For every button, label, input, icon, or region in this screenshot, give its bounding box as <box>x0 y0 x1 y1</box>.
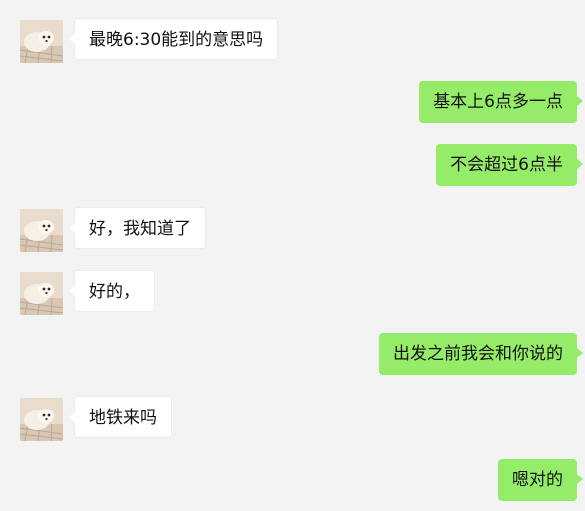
message-bubble[interactable]: 地铁来吗 <box>69 396 172 438</box>
contact-avatar[interactable] <box>20 209 63 252</box>
contact-avatar[interactable] <box>20 20 63 63</box>
message-bubble[interactable]: 出发之前我会和你说的 <box>379 333 583 375</box>
message-outgoing: 基本上6点多一点 <box>0 81 585 127</box>
message-incoming: 地铁来吗 <box>0 396 585 442</box>
contact-avatar[interactable] <box>20 398 63 441</box>
message-bubble[interactable]: 好，我知道了 <box>69 207 206 249</box>
message-bubble[interactable]: 基本上6点多一点 <box>419 81 583 123</box>
message-bubble[interactable]: 嗯对的 <box>498 459 583 501</box>
message-outgoing: 出发之前我会和你说的 <box>0 333 585 379</box>
message-outgoing: 嗯对的 <box>0 459 585 505</box>
message-incoming: 最晚6:30能到的意思吗 <box>0 18 585 64</box>
chat-message-list[interactable]: 最晚6:30能到的意思吗 基本上6点多一点 不会超过6点半 好，我知道了 好的，… <box>0 0 585 511</box>
message-bubble[interactable]: 不会超过6点半 <box>436 144 583 186</box>
message-outgoing: 不会超过6点半 <box>0 144 585 190</box>
message-incoming: 好的， <box>0 270 585 316</box>
message-bubble[interactable]: 好的， <box>69 270 155 312</box>
contact-avatar[interactable] <box>20 272 63 315</box>
message-incoming: 好，我知道了 <box>0 207 585 253</box>
message-bubble[interactable]: 最晚6:30能到的意思吗 <box>68 18 279 60</box>
